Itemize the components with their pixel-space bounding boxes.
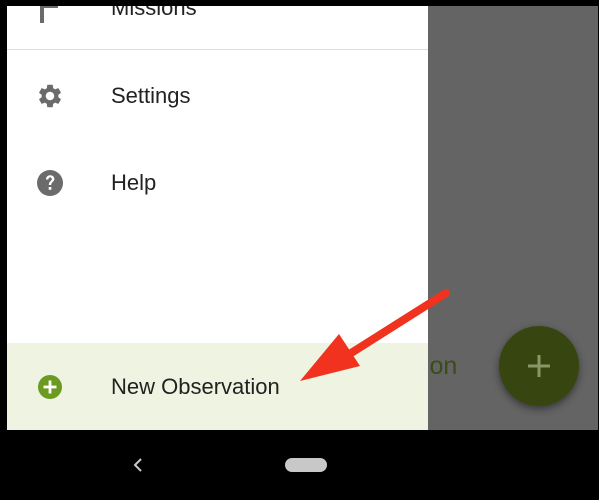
plus-icon xyxy=(528,355,550,377)
add-circle-icon xyxy=(35,372,65,402)
gear-icon xyxy=(35,81,65,111)
add-observation-fab[interactable] xyxy=(499,326,579,406)
navigation-drawer: Missions Settings Help New Observation xyxy=(7,6,428,430)
screen: tion Missions Settings Help New Observat… xyxy=(7,6,598,430)
drawer-item-label: Settings xyxy=(111,83,191,108)
drawer-item-new-observation[interactable]: New Observation xyxy=(7,343,428,430)
home-pill-icon[interactable] xyxy=(285,458,327,472)
back-chevron-icon[interactable] xyxy=(128,452,148,478)
help-circle-icon xyxy=(35,168,65,198)
drawer-item-label: Help xyxy=(111,170,157,195)
drawer-item-missions[interactable]: Missions xyxy=(7,6,428,28)
drawer-item-label: Missions xyxy=(111,6,197,20)
drawer-item-label: New Observation xyxy=(111,373,280,399)
drawer-item-help[interactable]: Help xyxy=(7,163,428,203)
drawer-item-settings[interactable]: Settings xyxy=(7,76,428,116)
system-nav-bar xyxy=(0,430,599,500)
drawer-divider xyxy=(7,49,428,50)
flag-icon xyxy=(35,6,65,23)
device-frame: tion Missions Settings Help New Observat… xyxy=(0,0,599,500)
